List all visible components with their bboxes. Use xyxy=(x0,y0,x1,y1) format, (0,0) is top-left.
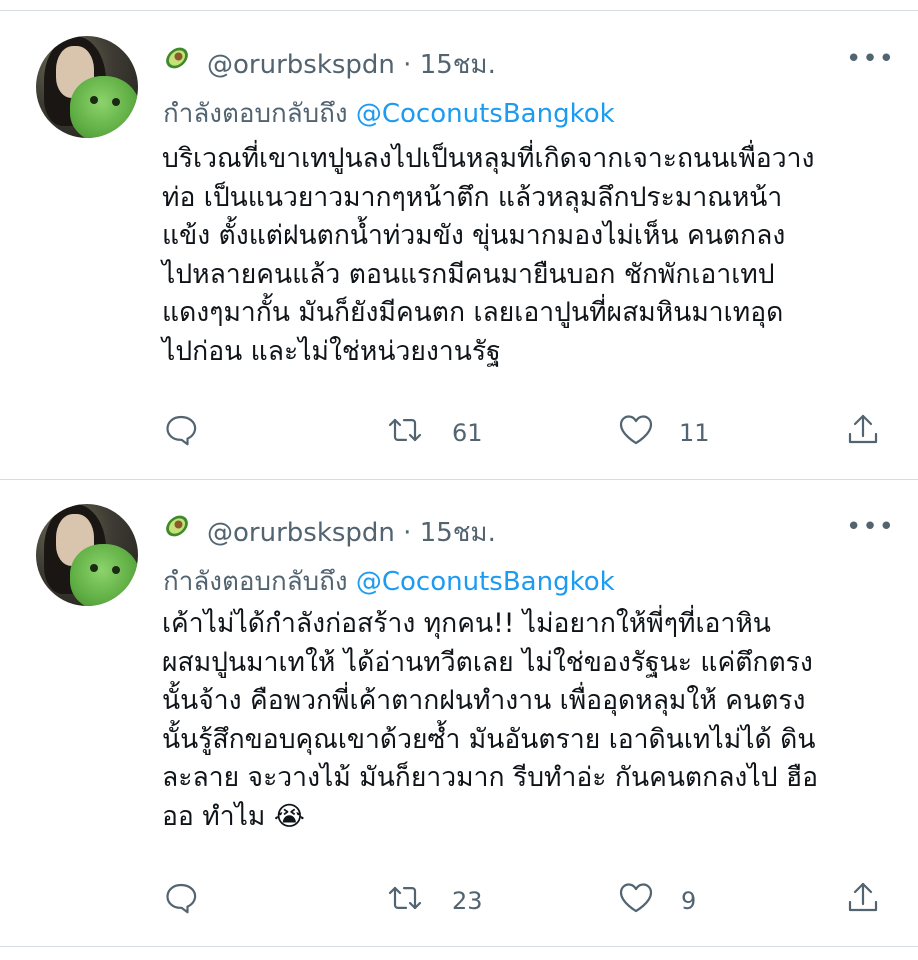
replying-prefix: กำลังตอบกลับถึง xyxy=(163,99,348,129)
avocado-icon xyxy=(166,47,188,69)
user-handle[interactable]: @orurbskspdn xyxy=(207,50,395,80)
tweet-header: @orurbskspdn · 15ชม. xyxy=(207,512,496,553)
more-options-button[interactable]: ••• xyxy=(846,44,895,74)
tweet-text: เค้าไม่ได้กำลังก่อสร้าง ทุกคน!! ไม่อยากใ… xyxy=(162,608,819,832)
separator: · xyxy=(403,518,412,548)
mention-link[interactable]: @CoconutsBangkok xyxy=(356,567,615,597)
replying-to: กำลังตอบกลับถึง @CoconutsBangkok xyxy=(163,561,615,602)
retweet-icon[interactable] xyxy=(386,880,424,916)
like-count: 9 xyxy=(681,887,697,915)
tweet-actions: 61 11 xyxy=(0,412,918,456)
like-icon[interactable] xyxy=(617,412,655,448)
replying-to: กำลังตอบกลับถึง @CoconutsBangkok xyxy=(163,93,615,134)
top-divider xyxy=(0,10,918,11)
tweet-text: บริเวณที่เขาเทปูนลงไปเป็นหลุมที่เกิดจากเ… xyxy=(162,143,815,367)
reply-icon[interactable] xyxy=(163,412,199,448)
replying-prefix: กำลังตอบกลับถึง xyxy=(163,567,348,597)
user-handle[interactable]: @orurbskspdn xyxy=(207,518,395,548)
timestamp[interactable]: 15ชม. xyxy=(420,50,496,80)
tweet-actions: 23 9 xyxy=(0,880,918,924)
retweet-count: 61 xyxy=(452,419,483,447)
like-icon[interactable] xyxy=(617,880,655,916)
share-icon[interactable] xyxy=(845,412,881,448)
more-options-button[interactable]: ••• xyxy=(846,512,895,542)
timestamp[interactable]: 15ชม. xyxy=(420,518,496,548)
bottom-divider xyxy=(0,946,918,947)
tweet-header: @orurbskspdn · 15ชม. xyxy=(207,44,496,85)
avocado-icon xyxy=(166,515,188,537)
reply-icon[interactable] xyxy=(163,880,199,916)
like-count: 11 xyxy=(679,419,710,447)
separator: · xyxy=(403,50,412,80)
retweet-count: 23 xyxy=(452,887,483,915)
avatar[interactable] xyxy=(36,36,138,138)
retweet-icon[interactable] xyxy=(386,412,424,448)
tweet-divider xyxy=(0,479,918,480)
share-icon[interactable] xyxy=(845,880,881,916)
mention-link[interactable]: @CoconutsBangkok xyxy=(356,99,615,129)
avatar[interactable] xyxy=(36,504,138,606)
